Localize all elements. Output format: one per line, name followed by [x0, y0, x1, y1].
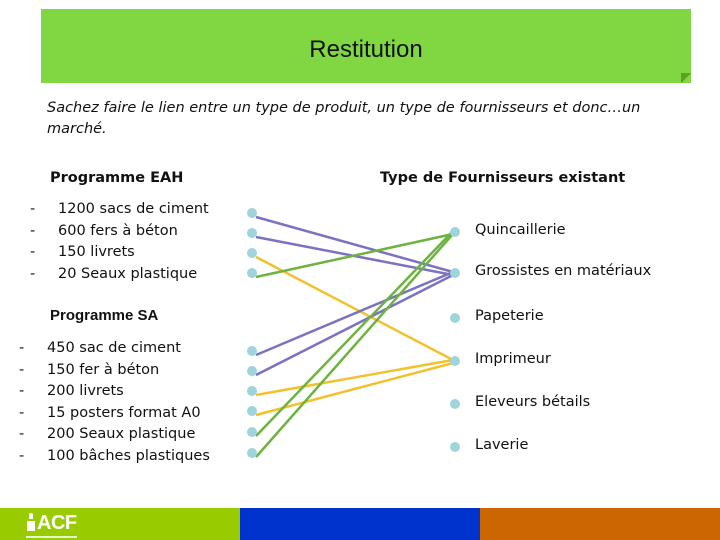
node-eah-0 — [247, 208, 257, 218]
node-supplier-1 — [450, 268, 460, 278]
node-sa-5 — [247, 448, 257, 458]
link-line-eah-0-to-supplier-1 — [255, 215, 454, 274]
node-eah-1 — [247, 228, 257, 238]
supplier-label: Eleveurs bétails — [475, 394, 591, 410]
node-supplier-2 — [450, 313, 460, 323]
logo-underline — [26, 536, 77, 538]
footer-segment-orange — [480, 508, 720, 540]
supplier-label: Quincaillerie — [475, 222, 566, 238]
acf-logo-text: ACF — [37, 512, 77, 534]
supplier-label: Grossistes en matériaux — [475, 263, 652, 279]
node-sa-3 — [247, 406, 257, 416]
node-sa-1 — [247, 366, 257, 376]
node-supplier-3 — [450, 356, 460, 366]
footer-bar: ACF — [0, 508, 720, 540]
supplier-label: Papeterie — [475, 308, 544, 324]
footer-segment-green: ACF — [0, 508, 240, 540]
supplier-label: Laverie — [475, 437, 529, 453]
footer-segment-blue — [240, 508, 480, 540]
supplier-label: Imprimeur — [475, 351, 551, 367]
link-line-sa-0-to-supplier-1 — [255, 270, 454, 357]
node-supplier-0 — [450, 227, 460, 237]
node-sa-4 — [247, 427, 257, 437]
node-supplier-4 — [450, 399, 460, 409]
acf-logo: ACF — [26, 512, 77, 538]
node-supplier-5 — [450, 442, 460, 452]
link-line-sa-4-to-supplier-0 — [255, 230, 454, 437]
link-line-sa-1-to-supplier-1 — [255, 273, 454, 377]
node-sa-2 — [247, 386, 257, 396]
acf-logo-icon — [26, 512, 36, 534]
node-eah-2 — [247, 248, 257, 258]
node-sa-0 — [247, 346, 257, 356]
node-eah-3 — [247, 268, 257, 278]
